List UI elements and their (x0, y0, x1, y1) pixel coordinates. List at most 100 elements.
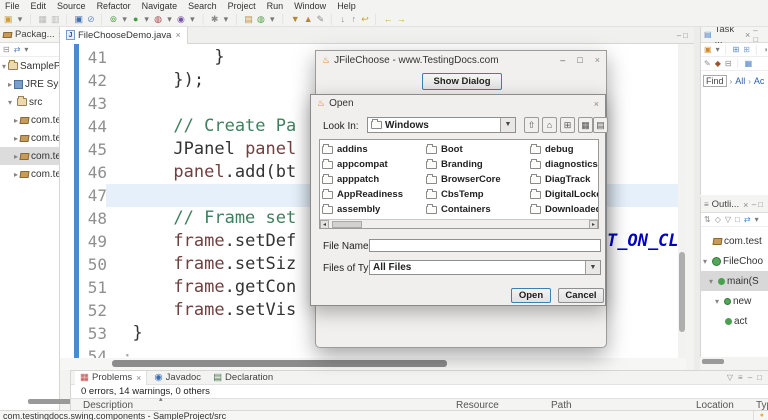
sort-icon[interactable]: ⇅ (704, 215, 711, 224)
file-item[interactable]: DiagTrack (530, 172, 599, 187)
collapse-all-icon[interactable]: ⊟ (3, 45, 10, 54)
close-icon[interactable]: × (594, 99, 599, 109)
tree-item-src[interactable]: ▾ src (0, 93, 59, 111)
new-dropdown-caret[interactable]: ▾ (17, 14, 24, 25)
file-item[interactable]: DigitalLocker (530, 187, 599, 202)
scroll-right-icon[interactable]: ▸ (589, 220, 598, 229)
separator[interactable]: │ (736, 59, 741, 68)
run-dropdown-caret[interactable]: ▾ (143, 14, 150, 25)
file-list-hscrollbar[interactable]: ◂ ▸ (320, 219, 598, 228)
forward-icon[interactable]: → (397, 14, 406, 24)
tree-item-jre[interactable]: ▸ JRE Syste (0, 75, 59, 93)
task-list-tab[interactable]: Task ... (715, 27, 741, 46)
file-item[interactable]: AppReadiness (322, 187, 424, 202)
tree-item-package[interactable]: ▸ com.te (0, 129, 59, 147)
open-console-icon[interactable]: ▣ (75, 14, 84, 25)
link-activate[interactable]: Ac (754, 76, 765, 86)
chevron-down-icon[interactable]: ▾ (715, 297, 722, 306)
menu-item[interactable]: Project (228, 1, 256, 11)
tab-javadoc[interactable]: ◉ Javadoc (149, 371, 206, 385)
file-item[interactable]: Containers (426, 202, 528, 217)
new-java-project-icon[interactable]: ▤ (244, 14, 253, 25)
view-menu-icon[interactable]: ▾ (755, 215, 759, 224)
debug-dropdown-caret[interactable]: ▾ (121, 14, 128, 25)
flag-icon[interactable]: ◆ (715, 59, 721, 68)
file-item[interactable]: assembly (322, 202, 424, 217)
calendar-icon[interactable]: ▦ (745, 59, 753, 68)
run-icon[interactable]: ● (132, 14, 139, 24)
view-menu-icon[interactable]: ≡ (738, 373, 743, 382)
separator[interactable]: │ (328, 14, 335, 24)
chevron-right-icon[interactable]: ▸ (14, 170, 18, 179)
chevron-right-icon[interactable]: ▸ (14, 134, 18, 143)
separator[interactable]: │ (200, 14, 207, 24)
previous-annotation-icon[interactable]: ↑ (350, 14, 357, 24)
tree-item-project[interactable]: ▾ SamplePro (0, 57, 59, 75)
editor-tab[interactable]: J FileChooseDemo.java × (60, 27, 188, 44)
list-view-button[interactable]: ▦ (578, 117, 593, 133)
find-input[interactable]: Find (703, 75, 727, 87)
link-editor-icon[interactable]: ⇄ (744, 215, 751, 224)
outline-item-anonymous-class[interactable]: ▾ new (701, 291, 768, 311)
separator[interactable]: │ (754, 45, 759, 54)
menu-item[interactable]: Search (188, 1, 217, 11)
hide-fields-icon[interactable]: ◇ (715, 215, 721, 224)
coverage-dropdown-caret[interactable]: ▾ (166, 14, 173, 25)
outline-item-class[interactable]: ▾ FileChoo (701, 251, 768, 271)
close-icon[interactable]: × (743, 200, 748, 210)
profile-dropdown-caret[interactable]: ▾ (189, 14, 196, 25)
menu-item[interactable]: Source (57, 1, 86, 11)
editor-vscrollbar[interactable] (678, 44, 686, 358)
skip-breakpoints-icon[interactable]: ⊘ (87, 14, 95, 25)
chevron-right-icon[interactable]: ▸ (14, 152, 18, 161)
frame-title-bar[interactable]: ♨ JFileChoose - www.TestingDocs.com – □ … (316, 51, 606, 69)
link-editor-icon[interactable]: ⇄ (14, 45, 21, 54)
hide-static-icon[interactable]: ▽ (725, 215, 731, 224)
chevron-down-icon[interactable]: ▾ (2, 62, 6, 71)
maximize-icon[interactable]: □ (757, 373, 762, 382)
panel-minmax-icons[interactable]: –□ (752, 200, 765, 209)
vscroll-thumb[interactable] (679, 252, 685, 332)
new-task-icon[interactable]: ▣ (704, 45, 712, 54)
outline-item-main-method[interactable]: ▾ main(S (701, 271, 768, 291)
show-dialog-button[interactable]: Show Dialog (422, 73, 502, 90)
next-annotation-icon[interactable]: ↓ (339, 14, 346, 24)
filter-icon[interactable]: ▽ (727, 373, 733, 382)
scroll-left-icon[interactable]: ◂ (320, 220, 329, 229)
combo-arrow-icon[interactable]: ▼ (500, 118, 515, 132)
open-element-icon[interactable]: ▾ (269, 14, 276, 25)
chevron-right-icon[interactable]: ▸ (8, 80, 12, 89)
link-all[interactable]: All (735, 76, 745, 86)
minimize-icon[interactable]: – (748, 373, 752, 382)
outline-item-package[interactable]: com.test (701, 231, 768, 251)
editor-minmax-icons[interactable]: –□ (677, 31, 694, 40)
maximize-icon[interactable]: □ (577, 55, 582, 65)
home-button[interactable]: ⌂ (542, 117, 557, 133)
debug-icon[interactable]: ⊚ (110, 14, 118, 25)
minimize-icon[interactable]: – (560, 55, 565, 65)
file-list-hscroll-thumb[interactable] (332, 221, 362, 228)
file-name-input[interactable] (369, 239, 601, 252)
categorized-icon[interactable]: ⊞ (733, 45, 740, 54)
file-item[interactable]: Boot (426, 142, 528, 157)
new-wizard-icon[interactable]: ▣ (4, 14, 13, 25)
separator[interactable]: │ (373, 14, 380, 24)
profile-icon[interactable]: ◉ (177, 14, 185, 25)
cancel-button[interactable]: Cancel (558, 288, 604, 303)
chevron-down-icon[interactable]: ▾ (703, 257, 710, 266)
outline-hscroll-thumb[interactable] (702, 359, 724, 364)
file-item[interactable]: appcompat (322, 157, 424, 172)
menu-item[interactable]: Run (267, 1, 284, 11)
outline-item-method[interactable]: act (701, 311, 768, 331)
menu-item[interactable]: Help (337, 1, 356, 11)
details-view-button[interactable]: ▤ (593, 117, 608, 133)
menu-item[interactable]: Navigate (142, 1, 178, 11)
separator[interactable]: │ (28, 14, 35, 24)
tree-item-package[interactable]: ▸ com.te (0, 165, 59, 183)
tab-declaration[interactable]: ▤ Declaration (208, 371, 278, 385)
close-icon[interactable]: × (595, 55, 600, 65)
coverage-icon[interactable]: ◍ (154, 14, 162, 25)
new-java-class-icon[interactable]: ◍ (257, 14, 265, 25)
file-item[interactable]: CbsTemp (426, 187, 528, 202)
file-item[interactable]: apppatch (322, 172, 424, 187)
